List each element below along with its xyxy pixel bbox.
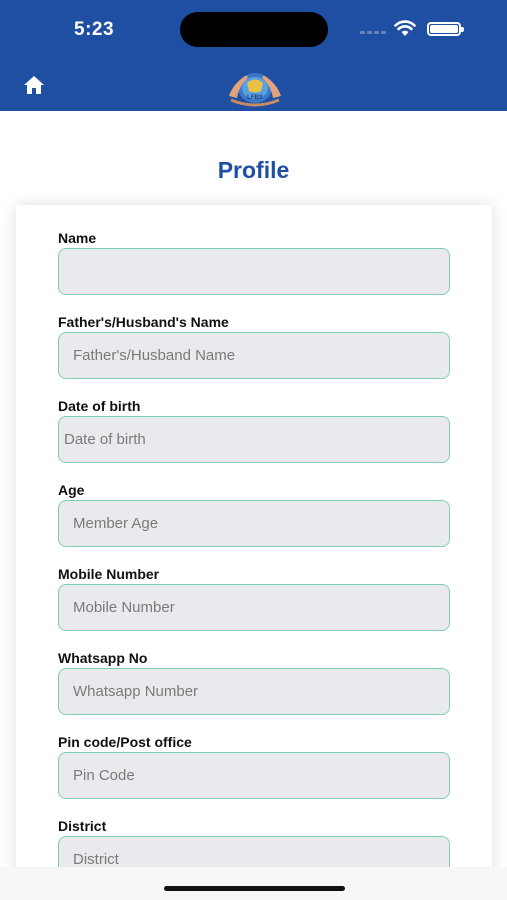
logo-text: LFBS bbox=[247, 95, 263, 101]
district-label: District bbox=[58, 818, 107, 834]
name-label: Name bbox=[58, 230, 97, 246]
mobile-number-input[interactable] bbox=[58, 584, 450, 631]
name-input[interactable] bbox=[58, 248, 450, 295]
app-logo-icon: LFBS bbox=[229, 73, 281, 107]
whatsapp-no-label: Whatsapp No bbox=[58, 650, 148, 666]
cellular-signal-icon bbox=[360, 28, 386, 34]
age-label: Age bbox=[58, 482, 85, 498]
home-indicator[interactable] bbox=[164, 886, 345, 891]
home-icon[interactable] bbox=[23, 75, 45, 95]
pin-code-label: Pin code/Post office bbox=[58, 734, 192, 750]
father-husband-name-input[interactable] bbox=[58, 332, 450, 379]
father-husband-name-label: Father's/Husband's Name bbox=[58, 314, 229, 330]
page-title: Profile bbox=[217, 157, 290, 183]
mobile-number-label: Mobile Number bbox=[58, 566, 160, 582]
dynamic-island bbox=[180, 12, 328, 47]
date-of-birth-input[interactable] bbox=[58, 416, 450, 463]
battery-icon bbox=[427, 22, 464, 36]
date-of-birth-label: Date of birth bbox=[58, 398, 141, 414]
app-header: 5:23 LFBS bbox=[0, 0, 507, 111]
wifi-icon bbox=[394, 20, 416, 36]
whatsapp-number-input[interactable] bbox=[58, 668, 450, 715]
bottom-safe-area bbox=[0, 867, 507, 900]
status-time: 5:23 bbox=[74, 19, 115, 40]
age-input[interactable] bbox=[58, 500, 450, 547]
pin-code-input[interactable] bbox=[58, 752, 450, 799]
